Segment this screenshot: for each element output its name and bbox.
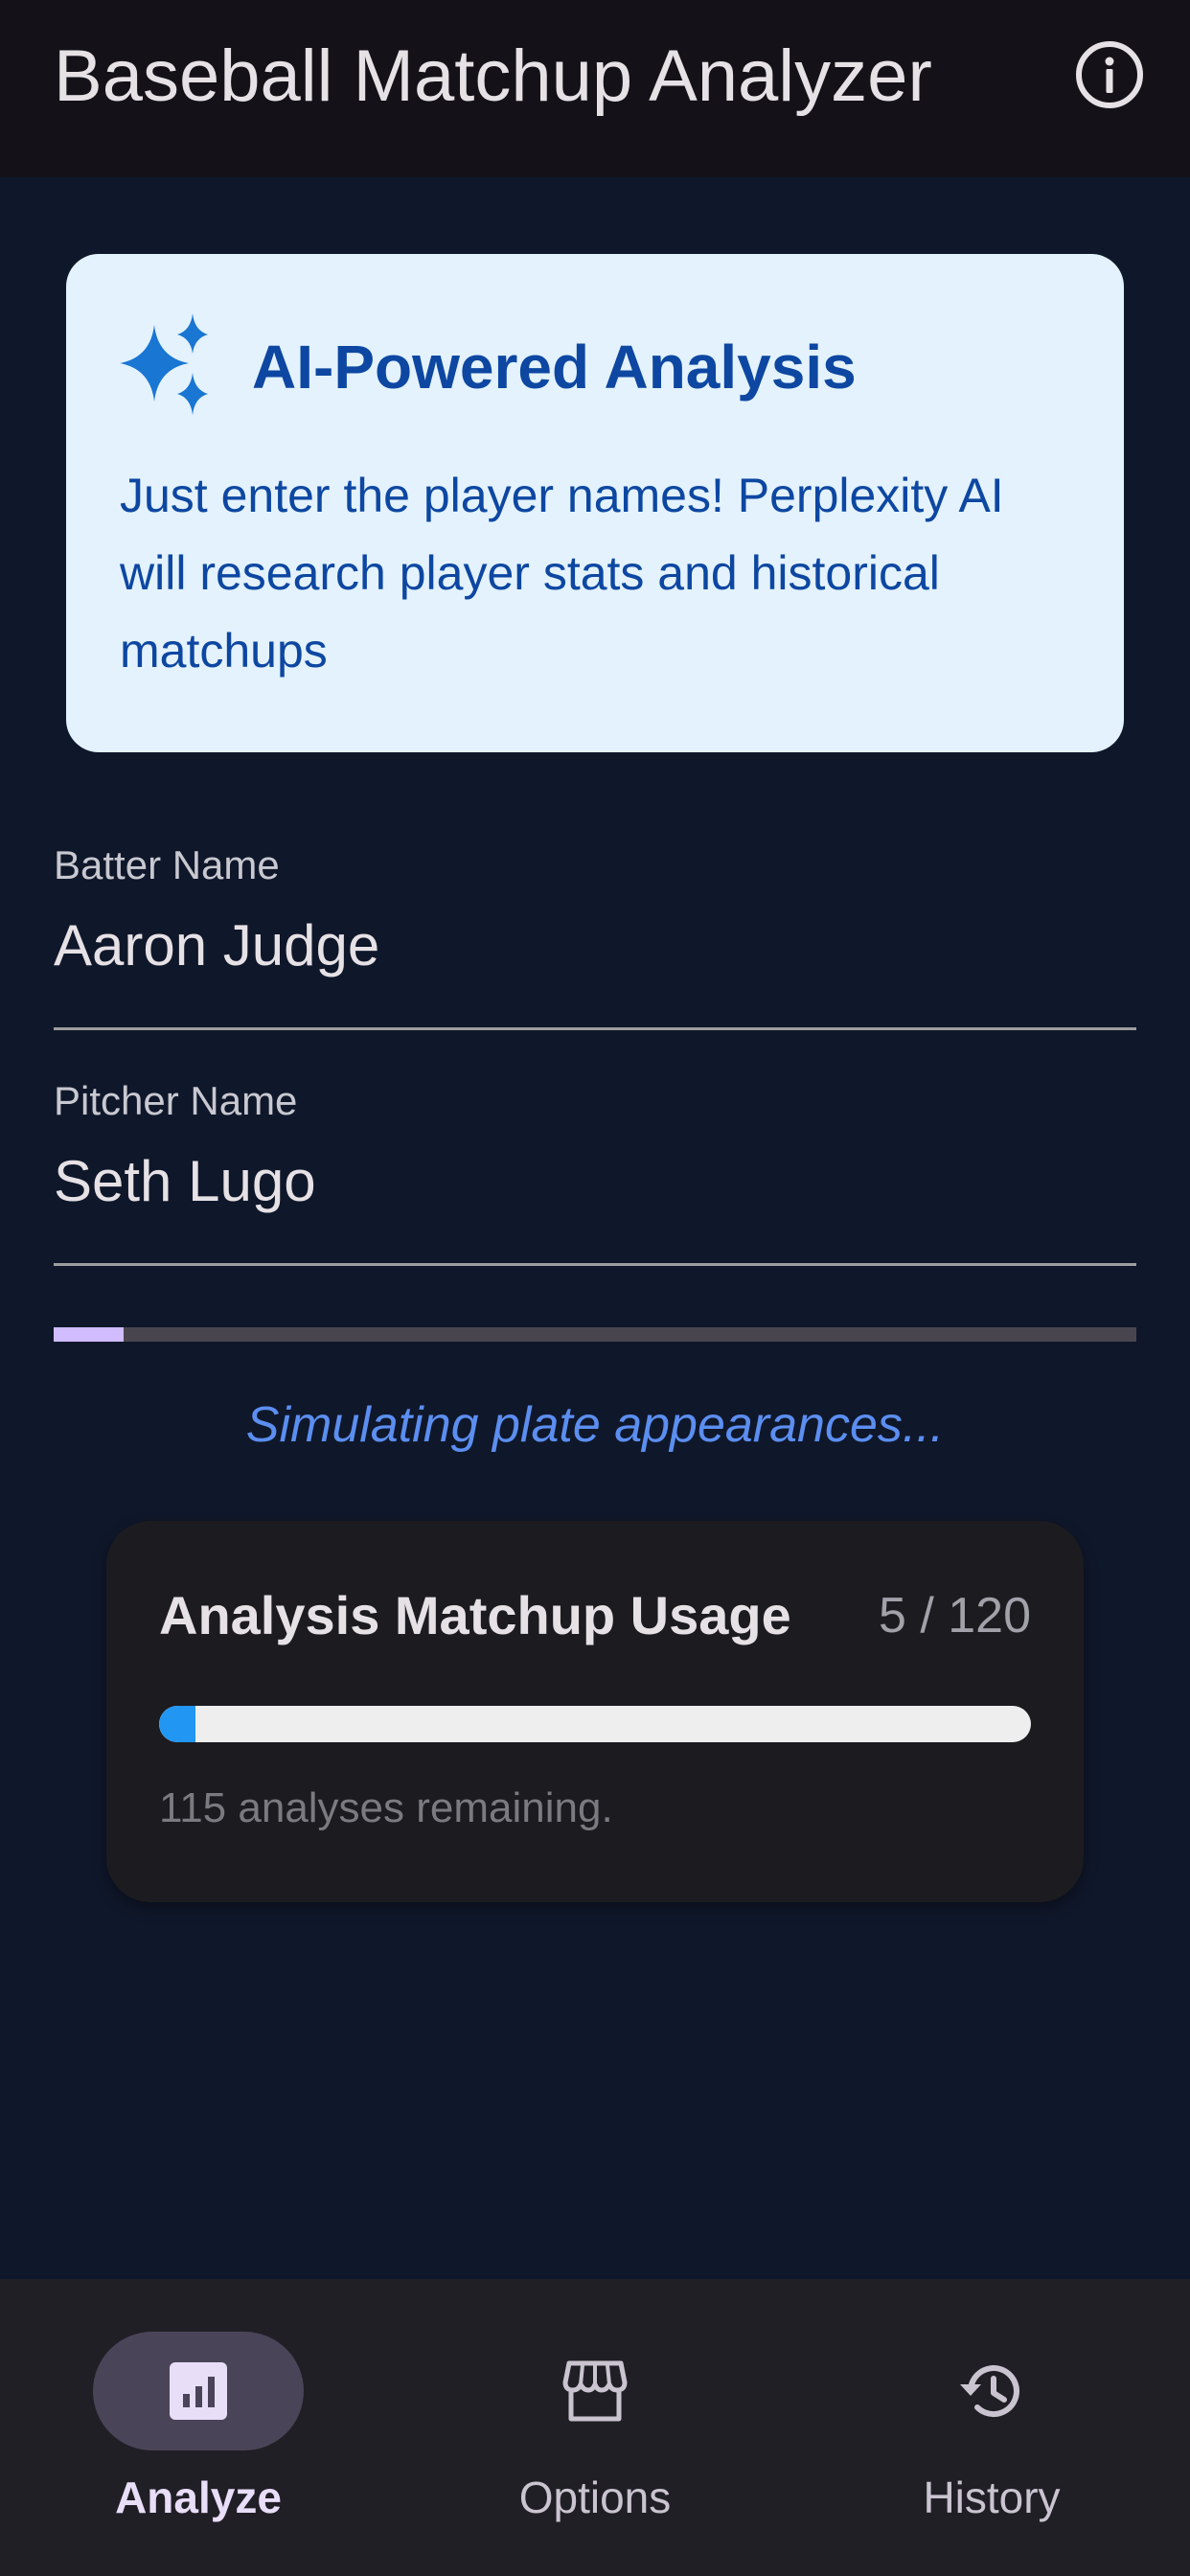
bottom-navigation: Analyze Options History bbox=[0, 2279, 1190, 2576]
info-card-heading: AI-Powered Analysis bbox=[252, 333, 857, 402]
info-circle-icon bbox=[1076, 41, 1143, 108]
nav-item-options[interactable]: Options bbox=[397, 2279, 793, 2576]
simulation-status-text: Simulating plate appearances... bbox=[245, 1397, 945, 1453]
bar-chart-icon bbox=[170, 2362, 227, 2420]
usage-progress-bar bbox=[159, 1706, 1031, 1742]
batter-name-value[interactable]: Aaron Judge bbox=[54, 908, 379, 984]
nav-label-options: Options bbox=[518, 2472, 672, 2522]
usage-count: 5 / 120 bbox=[878, 1588, 1031, 1644]
nav-item-history[interactable]: History bbox=[793, 2279, 1190, 2576]
usage-remaining-text: 115 analyses remaining. bbox=[159, 1784, 613, 1831]
app-title: Baseball Matchup Analyzer bbox=[54, 35, 932, 117]
nav-label-history: History bbox=[923, 2472, 1061, 2522]
pitcher-name-value[interactable]: Seth Lugo bbox=[54, 1143, 316, 1220]
sparkle-icon bbox=[120, 313, 208, 415]
nav-item-analyze[interactable]: Analyze bbox=[0, 2279, 397, 2576]
pitcher-name-label: Pitcher Name bbox=[54, 1078, 298, 1123]
nav-icon-container bbox=[490, 2332, 700, 2450]
nav-icon-container bbox=[886, 2332, 1097, 2450]
info-card-body: Just enter the player names! Perplexity … bbox=[120, 469, 1004, 678]
usage-card: Analysis Matchup Usage 5 / 120 115 analy… bbox=[106, 1521, 1084, 1902]
simulation-progress-fill bbox=[54, 1327, 125, 1342]
info-button[interactable] bbox=[1073, 38, 1146, 111]
simulation-progress-bar bbox=[54, 1327, 1136, 1342]
pitcher-name-field[interactable]: Pitcher Name Seth Lugo bbox=[54, 1074, 1136, 1266]
usage-title: Analysis Matchup Usage bbox=[159, 1585, 791, 1645]
batter-name-label: Batter Name bbox=[54, 842, 280, 887]
app-bar: Baseball Matchup Analyzer bbox=[0, 0, 1190, 177]
nav-label-analyze: Analyze bbox=[115, 2472, 282, 2522]
pitcher-field-underline bbox=[54, 1263, 1136, 1266]
usage-progress-fill bbox=[159, 1706, 195, 1742]
history-icon bbox=[960, 2365, 1019, 2418]
storefront-icon bbox=[562, 2360, 628, 2422]
ai-info-card: AI-Powered Analysis Just enter the playe… bbox=[66, 254, 1124, 752]
batter-name-field[interactable]: Batter Name Aaron Judge bbox=[54, 839, 1136, 1030]
batter-field-underline bbox=[54, 1027, 1136, 1030]
nav-active-indicator bbox=[93, 2332, 304, 2450]
